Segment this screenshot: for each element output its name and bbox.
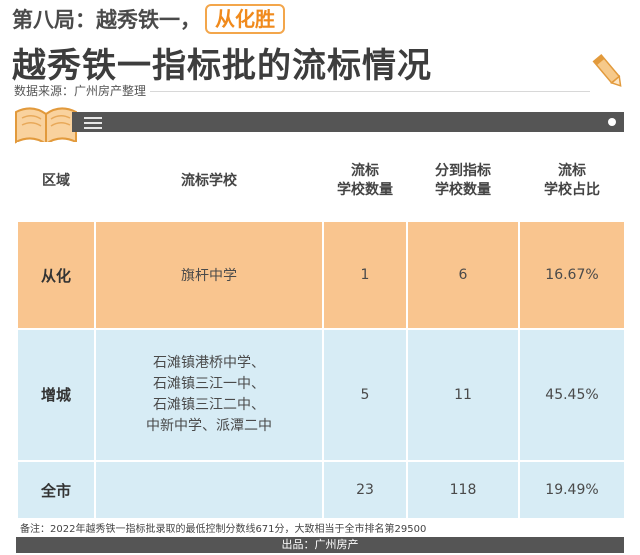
schools-cell: [94, 460, 324, 520]
top-bar: [72, 112, 624, 132]
header-ratio: 流标 学校占比: [519, 142, 625, 222]
ratio-cell: 16.67%: [518, 220, 626, 330]
header-assigned-count: 分到指标 学校数量: [407, 142, 519, 222]
failed-bid-table: 区域 流标学校 流标 学校数量 分到指标 学校数量 流标 学校占比 从化 旗杆中…: [16, 142, 626, 520]
assigned-count-cell: 118: [406, 460, 520, 520]
pencil-icon: [592, 53, 622, 87]
menu-icon: [84, 117, 102, 132]
schools-cell: 旗杆中学: [94, 220, 324, 330]
header-region: 区域: [17, 142, 95, 222]
round-label: 第八局：越秀铁一，: [12, 8, 201, 32]
divider: [150, 91, 590, 92]
winner-badge: 从化胜: [205, 4, 285, 34]
table-row: 全市 23 118 19.49%: [16, 460, 626, 520]
footnote: 备注：2022年越秀铁一指标批录取的最低控制分数线671分，大致相当于全市排名第…: [20, 524, 427, 535]
schools-cell: 石滩镇港桥中学、 石滩镇三江一中、 石滩镇三江二中、 中新中学、派潭二中: [94, 328, 324, 462]
ratio-cell: 19.49%: [518, 460, 626, 520]
dot-icon: [608, 118, 616, 126]
data-source: 数据来源：广州房产整理: [14, 84, 147, 98]
round-headline: 第八局：越秀铁一， 从化胜: [12, 4, 285, 34]
failed-count-cell: 1: [322, 220, 408, 330]
assigned-count-cell: 6: [406, 220, 520, 330]
failed-count-cell: 23: [322, 460, 408, 520]
table-row: 从化 旗杆中学 1 6 16.67%: [16, 220, 626, 330]
failed-count-cell: 5: [322, 328, 408, 462]
region-cell: 增城: [16, 328, 96, 462]
footer-bar: 出品：广州房产: [16, 537, 624, 553]
header-schools: 流标学校: [95, 142, 323, 222]
ratio-cell: 45.45%: [518, 328, 626, 462]
table-row: 增城 石滩镇港桥中学、 石滩镇三江一中、 石滩镇三江二中、 中新中学、派潭二中 …: [16, 328, 626, 462]
header-failed-count: 流标 学校数量: [323, 142, 407, 222]
assigned-count-cell: 11: [406, 328, 520, 462]
region-cell: 从化: [16, 220, 96, 330]
page-title: 越秀铁一指标批的流标情况: [12, 46, 432, 86]
table-header-row: 区域 流标学校 流标 学校数量 分到指标 学校数量 流标 学校占比: [17, 142, 625, 222]
region-cell: 全市: [16, 460, 96, 520]
